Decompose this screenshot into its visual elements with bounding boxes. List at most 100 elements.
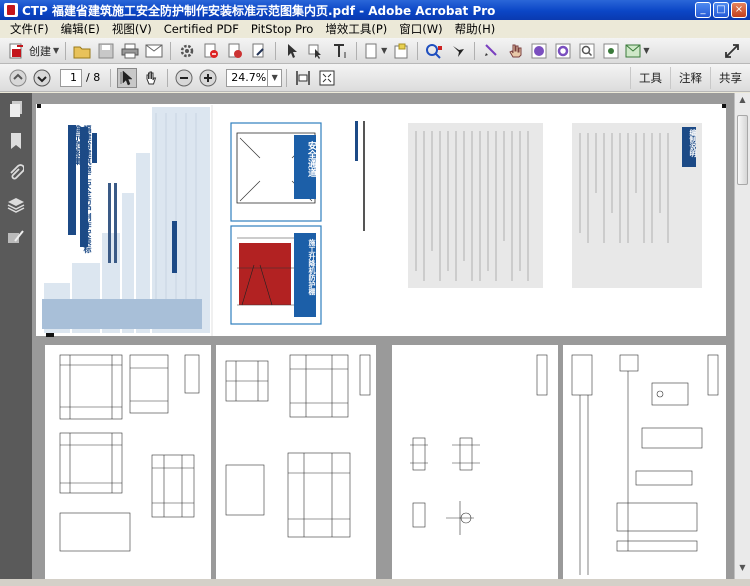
pitstop-tools-button[interactable] (601, 41, 621, 61)
chevron-down-icon: ▼ (53, 46, 60, 55)
create-button[interactable]: 创建 ▼ (8, 41, 59, 61)
pitstop-globe-button[interactable] (529, 41, 549, 61)
signatures-button[interactable] (0, 221, 32, 253)
globe-icon (531, 43, 547, 58)
minimize-button[interactable]: _ (695, 2, 711, 18)
sticky-note-icon (394, 43, 408, 58)
menu-edit[interactable]: 编辑(E) (55, 21, 106, 37)
window-bottom-border (0, 579, 750, 586)
arrow-cursor-icon (120, 69, 133, 85)
pitstop-select-button[interactable] (481, 41, 501, 61)
menu-certified-pdf[interactable]: Certified PDF (158, 22, 245, 36)
secure-icon (228, 43, 243, 58)
vertical-scrollbar[interactable]: ▲ ▼ (734, 93, 750, 579)
create-pdf-icon (9, 43, 23, 58)
printer-icon (121, 43, 139, 58)
comment-pane-button[interactable]: 注释 (670, 66, 710, 89)
attachments-button[interactable] (0, 157, 32, 189)
plus-circle-icon (199, 69, 217, 86)
fit-width-icon (296, 70, 310, 85)
page-thumbnails-button[interactable] (0, 93, 32, 125)
separator (356, 41, 358, 60)
separator (275, 41, 277, 60)
page-thumbnail-button[interactable]: ▼ (363, 41, 387, 61)
sign-icon (252, 43, 264, 57)
expand-toolbar-button[interactable] (722, 41, 742, 61)
navigation-toolbar: 1 / 8 24.7% ▼ 工具 注释 共享 (0, 64, 750, 92)
title-bar: CTP 福建省建筑施工安全防护制作安装标准示范图集内页.pdf - Adobe … (0, 0, 750, 20)
zoom-in-button[interactable] (198, 68, 218, 88)
menu-plugins[interactable]: 增效工具(P) (319, 21, 393, 37)
menu-window[interactable]: 窗口(W) (393, 21, 448, 37)
select-tool-button[interactable] (282, 41, 302, 61)
zoom-out-button[interactable] (174, 68, 194, 88)
select-text-tool-button[interactable] (117, 67, 138, 88)
separator (286, 68, 288, 87)
maximize-button[interactable]: □ (713, 2, 729, 18)
settings-button[interactable] (177, 41, 197, 61)
menu-pitstop-pro[interactable]: PitStop Pro (245, 22, 319, 36)
chevron-down-icon: ▼ (643, 46, 650, 55)
menu-help[interactable]: 帮助(H) (449, 21, 502, 37)
previous-page-button[interactable] (8, 68, 28, 88)
cover-title: 福建省建筑施工安全防护制作安装标准示范图集 (73, 125, 92, 253)
pages-icon (10, 101, 22, 117)
bookmarks-button[interactable] (0, 125, 32, 157)
menu-bar: 文件(F) 编辑(E) 视图(V) Certified PDF PitStop … (0, 20, 750, 38)
pitstop-mail-button[interactable]: ▼ (625, 41, 649, 61)
document-view[interactable]: 安全通道 施工升降机防护棚 福建省建筑施工安全防护制作安装标准示范图集 编制说明 (32, 93, 734, 579)
close-button[interactable]: × (731, 2, 747, 18)
window-title: CTP 福建省建筑施工安全防护制作安装标准示范图集内页.pdf - Adobe … (22, 3, 496, 18)
minus-circle-icon (175, 69, 193, 86)
separator (170, 41, 172, 60)
menu-file[interactable]: 文件(F) (4, 21, 55, 37)
text-tool-icon (334, 43, 346, 58)
banner-safety-passage: 安全通道 (306, 141, 316, 177)
expand-icon (725, 43, 739, 58)
gear-icon (180, 44, 194, 57)
zoom-dropdown-button[interactable]: ▼ (268, 68, 283, 87)
acrobat-app-icon (4, 3, 18, 17)
pitstop-hand-button[interactable] (505, 41, 525, 61)
sign-button[interactable] (249, 41, 269, 61)
hand-tool-button[interactable] (141, 68, 161, 88)
text-edit-button[interactable] (330, 41, 350, 61)
main-toolbar: 创建 ▼ ▼ ▼ (0, 38, 750, 64)
fit-page-button[interactable] (317, 68, 337, 88)
magnifier-icon (579, 43, 595, 58)
zoom-level-input[interactable]: 24.7% (226, 68, 269, 87)
share-pane-button[interactable]: 共享 (710, 66, 750, 89)
pitstop-gear-button[interactable] (553, 41, 573, 61)
open-button[interactable] (72, 41, 92, 61)
fix-hairlines-button[interactable] (448, 41, 468, 61)
page-total: / 8 (86, 71, 101, 84)
comment-tool-button[interactable] (391, 41, 411, 61)
secure-button[interactable] (225, 41, 245, 61)
cad-page-2 (216, 345, 376, 579)
arrow-cursor-icon (288, 43, 298, 58)
menu-view[interactable]: 视图(V) (106, 21, 158, 37)
object-select-button[interactable] (306, 41, 326, 61)
save-button[interactable] (96, 41, 116, 61)
open-folder-icon (73, 46, 91, 58)
page-icon (365, 43, 377, 58)
scroll-up-arrow-icon[interactable]: ▲ (737, 95, 748, 109)
scroll-down-arrow-icon[interactable]: ▼ (737, 563, 748, 577)
next-page-button[interactable] (32, 68, 52, 88)
separator (65, 41, 67, 60)
delete-pages-button[interactable] (201, 41, 221, 61)
layers-button[interactable] (0, 189, 32, 221)
pitstop-inspect-button[interactable] (577, 41, 597, 61)
cad-page-3 (392, 345, 558, 579)
email-button[interactable] (144, 41, 164, 61)
print-button[interactable] (120, 41, 140, 61)
chevron-down-icon: ▼ (271, 73, 278, 82)
fit-width-button[interactable] (293, 68, 313, 88)
tools-pane-button[interactable]: 工具 (630, 66, 670, 89)
preflight-button[interactable] (424, 41, 444, 61)
separator (474, 41, 476, 60)
page-number-input[interactable]: 1 (60, 68, 82, 87)
separator (167, 68, 169, 87)
scroll-thumb[interactable] (737, 115, 748, 185)
envelope-icon (625, 44, 641, 57)
